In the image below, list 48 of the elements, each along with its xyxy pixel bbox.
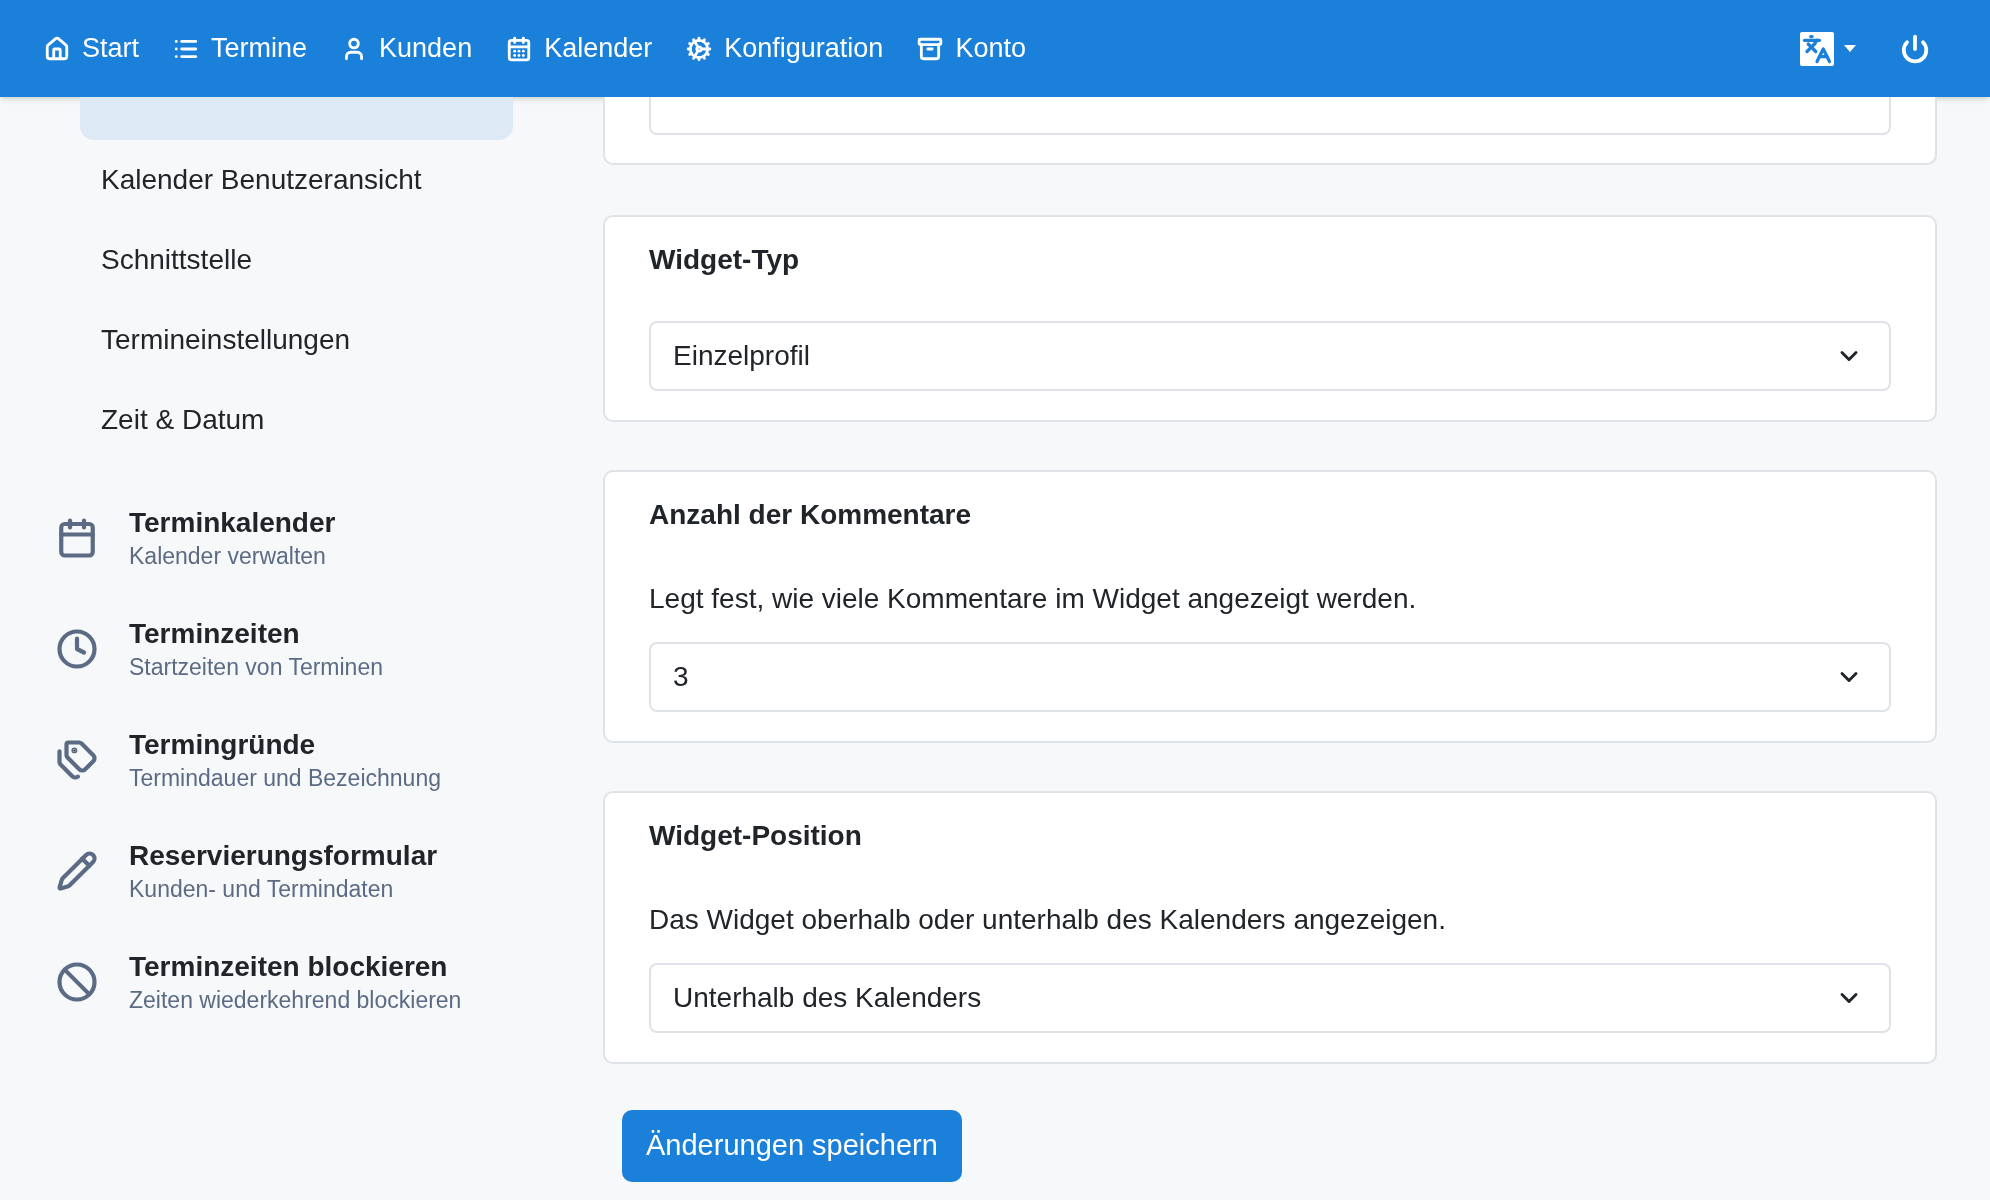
pencil-icon bbox=[56, 849, 98, 892]
section-title: Terminkalender bbox=[129, 505, 336, 540]
select-field[interactable]: Unterhalb des Kalenders bbox=[649, 963, 1891, 1033]
nav-link[interactable]: Termine bbox=[173, 28, 308, 69]
section-subtitle: Kunden- und Termindaten bbox=[129, 874, 395, 904]
power-button[interactable] bbox=[1900, 33, 1930, 64]
calendar-icon bbox=[56, 516, 98, 559]
nav-link[interactable]: Kunden bbox=[341, 28, 473, 69]
sidebar-section-link[interactable]: Terminzeiten Startzeiten von Terminen bbox=[53, 593, 513, 704]
caret-icon bbox=[1844, 45, 1856, 52]
home-icon bbox=[44, 35, 70, 62]
clock-icon bbox=[56, 627, 98, 670]
card-title: Widget-Typ bbox=[649, 243, 801, 277]
nav-link[interactable]: Konfiguration bbox=[686, 28, 884, 69]
calendar-icon bbox=[506, 35, 533, 62]
ban-icon bbox=[56, 960, 98, 1003]
archive-icon bbox=[917, 35, 944, 62]
sidebar-section-link[interactable]: Terminkalender Kalender verwalten bbox=[53, 482, 513, 593]
section-title: Terminzeiten bbox=[129, 616, 301, 651]
nav-link[interactable]: Kalender bbox=[506, 28, 653, 69]
select-field[interactable]: 3 bbox=[649, 642, 1891, 712]
sidebar-item[interactable]: Zeit & Datum bbox=[80, 380, 513, 460]
section-title: Terminzeiten blockieren bbox=[129, 949, 449, 984]
card-description: Legt fest, wie viele Kommentare im Widget angezeigt werden. bbox=[649, 582, 1418, 616]
language-button[interactable] bbox=[1800, 31, 1856, 66]
sidebar-item[interactable]: Termineinstellungen bbox=[80, 300, 513, 380]
select-field[interactable]: Einzelprofil bbox=[649, 321, 1891, 391]
translate-icon bbox=[1800, 31, 1834, 66]
gear-icon bbox=[686, 35, 713, 62]
tag-icon bbox=[56, 738, 98, 781]
section-subtitle: Kalender verwalten bbox=[129, 541, 327, 571]
save-button[interactable]: Änderungen speichern bbox=[622, 1110, 962, 1182]
section-subtitle: Zeiten wiederkehrend blockieren bbox=[129, 985, 462, 1015]
section-subtitle: Termindauer und Bezeichnung bbox=[129, 763, 441, 793]
sidebar-section-link[interactable]: Termingründe Termindauer und Bezeichnung bbox=[53, 704, 513, 815]
card-description: Das Widget oberhalb oder unterhalb des Kalenders angezeigen. bbox=[649, 903, 1447, 937]
sidebar-item[interactable]: Schnittstelle bbox=[80, 220, 513, 300]
section-title: Termingründe bbox=[129, 727, 317, 762]
sidebar-item[interactable]: Kalender Benutzeransicht bbox=[80, 140, 513, 220]
card-title: Anzahl der Kommentare bbox=[649, 498, 973, 532]
input-field[interactable] bbox=[649, 97, 1891, 135]
sidebar-section-link[interactable]: Reservierungsformular Kunden- und Termindaten bbox=[53, 815, 513, 926]
sidebar-section-link[interactable]: Terminzeiten blockieren Zeiten wiederkehrend blockieren bbox=[53, 926, 513, 1037]
nav-link[interactable]: Start bbox=[44, 28, 140, 69]
card-title: Widget-Position bbox=[649, 819, 863, 853]
nav-link[interactable]: Konto bbox=[917, 28, 1026, 69]
section-subtitle: Startzeiten von Terminen bbox=[129, 652, 383, 682]
section-title: Reservierungsformular bbox=[129, 838, 438, 873]
